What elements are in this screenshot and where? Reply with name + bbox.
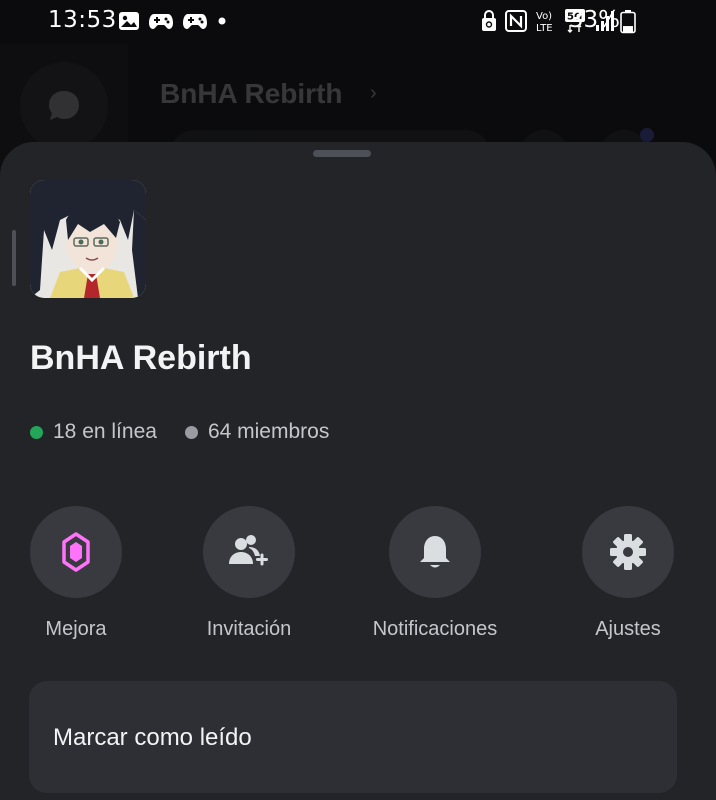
- boost-label: Mejora: [45, 618, 107, 640]
- status-left-icons: [118, 10, 228, 32]
- mark-as-read-label: Marcar como leído: [53, 724, 252, 751]
- member-status-dot: [184, 425, 198, 439]
- member-count: 64 miembros: [157, 420, 329, 444]
- side-grip: [12, 230, 16, 286]
- boost-action[interactable]: Mejora: [0, 506, 156, 646]
- status-bar: 13:53 Vo) LTE 5G 33%: [0, 0, 716, 44]
- chevron-right-icon: ›: [370, 82, 377, 104]
- mark-as-read-button[interactable]: Marcar como leído: [29, 681, 677, 793]
- notifications-button[interactable]: [389, 506, 481, 598]
- invite-button[interactable]: [203, 506, 295, 598]
- settings-label: Ajustes: [595, 618, 661, 640]
- server-bottom-sheet: BnHA Rebirth 18 en línea 64 miembros Mej…: [0, 142, 716, 800]
- member-stats: 18 en línea 64 miembros: [30, 420, 329, 444]
- battery-percent: 33%: [568, 7, 620, 33]
- unread-badge: [640, 128, 654, 142]
- notifications-action[interactable]: Notificaciones: [355, 506, 515, 646]
- server-name: BnHA Rebirth: [30, 339, 252, 377]
- online-count-label: 18 en línea: [53, 420, 157, 443]
- game-controller-icon: [149, 14, 173, 29]
- sheet-drag-handle[interactable]: [313, 150, 371, 157]
- online-count: 18 en línea: [30, 420, 157, 444]
- boost-button[interactable]: [30, 506, 122, 598]
- svg-text:Vo): Vo): [536, 11, 552, 22]
- screen: 13:53 Vo) LTE 5G 33% BnHA Rebirth › BnHA…: [0, 0, 716, 800]
- status-time: 13:53: [48, 7, 117, 33]
- server-avatar-image: [30, 180, 146, 298]
- bell-icon: [420, 536, 450, 568]
- boost-gem-icon: [62, 532, 90, 572]
- invite-action[interactable]: Invitación: [169, 506, 329, 646]
- lock-recycle-icon: [482, 10, 496, 31]
- invite-label: Invitación: [206, 618, 292, 640]
- svg-text:LTE: LTE: [536, 23, 553, 34]
- settings-button[interactable]: [582, 506, 674, 598]
- game-controller-icon: [183, 14, 207, 29]
- server-avatar: [30, 180, 146, 298]
- online-status-dot: [30, 425, 43, 439]
- battery-icon: [620, 10, 636, 34]
- nfc-icon: [505, 10, 527, 32]
- member-count-label: 64 miembros: [207, 420, 330, 443]
- gear-icon: [610, 534, 646, 570]
- volte-icon: Vo) LTE: [536, 11, 553, 34]
- image-icon: [119, 12, 139, 30]
- direct-messages-button[interactable]: [20, 62, 108, 150]
- settings-action[interactable]: Ajustes: [548, 506, 708, 646]
- notifications-label: Notificaciones: [372, 618, 498, 640]
- notification-dot-icon: [218, 17, 226, 25]
- channel-header-title[interactable]: BnHA Rebirth: [160, 78, 343, 110]
- add-friend-icon: [229, 535, 268, 566]
- chat-bubble-icon: [49, 91, 79, 120]
